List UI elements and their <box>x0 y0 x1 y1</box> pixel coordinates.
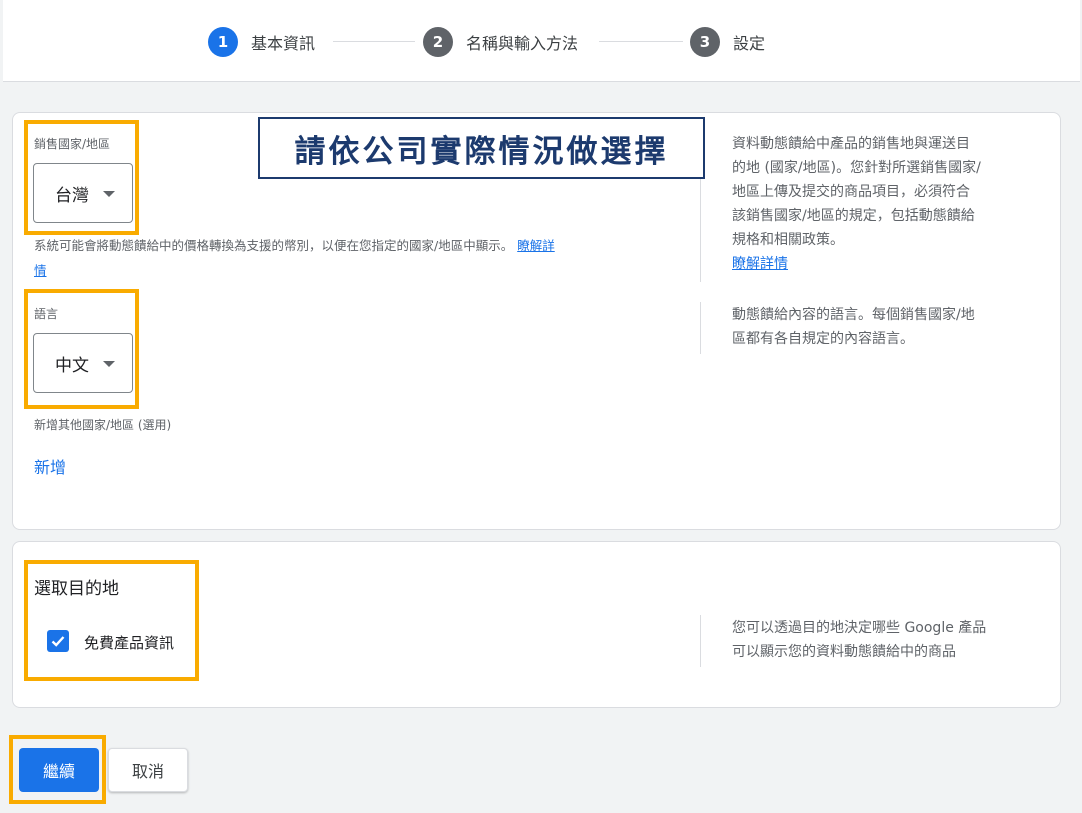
step-number: 3 <box>690 27 720 57</box>
step-number: 2 <box>423 27 453 57</box>
side-line: 該銷售國家/地區的規定，包括動態饋給 <box>732 208 975 224</box>
annotation-callout: 請依公司實際情況做選擇 <box>258 117 705 179</box>
step-number: 1 <box>208 27 238 57</box>
side-line: 的地 (國家/地區)。您針對所選銷售國家/ <box>732 160 981 176</box>
step-label: 基本資訊 <box>251 34 316 53</box>
side-line: 地區上傳及提交的商品項目，必須符合 <box>732 184 970 200</box>
learn-more-link[interactable]: 瞭解詳 <box>517 238 555 253</box>
step-basic-info[interactable]: 1 基本資訊 <box>208 27 315 57</box>
side-line: 規格和相關政策。 <box>732 232 844 248</box>
destinations-side-description: 您可以透過目的地決定哪些 Google 產品 可以顯示您的資料動態饋給中的商品 <box>732 616 986 664</box>
step-connector <box>599 41 683 42</box>
learn-more-link-cont[interactable]: 情 <box>34 263 47 278</box>
step-settings[interactable]: 3 設定 <box>690 27 765 57</box>
side-line: 可以顯示您的資料動態饋給中的商品 <box>732 644 956 660</box>
cancel-button[interactable]: 取消 <box>108 748 188 792</box>
column-divider <box>700 615 701 667</box>
step-connector <box>333 41 415 42</box>
highlight-continue <box>9 735 106 804</box>
step-label: 名稱與輸入方法 <box>466 34 579 53</box>
step-label: 設定 <box>733 34 766 53</box>
side-learn-more-link[interactable]: 瞭解詳情 <box>732 252 981 276</box>
side-line: 動態饋給內容的語言。每個銷售國家/地 <box>732 307 975 323</box>
stepper-header: 1 基本資訊 2 名稱與輸入方法 3 設定 <box>3 0 1080 82</box>
highlight-language <box>24 289 139 409</box>
country-help-text: 系統可能會將動態饋給中的價格轉換為支援的幣別，以便在您指定的國家/地區中顯示。 … <box>34 233 674 283</box>
step-name-input-method[interactable]: 2 名稱與輸入方法 <box>423 27 578 57</box>
additional-country-label: 新增其他國家/地區 (選用) <box>34 418 172 432</box>
country-side-description: 資料動態饋給中產品的銷售地與運送目 的地 (國家/地區)。您針對所選銷售國家/ … <box>732 132 981 276</box>
column-divider <box>700 302 701 354</box>
highlight-country <box>24 120 139 235</box>
language-side-description: 動態饋給內容的語言。每個銷售國家/地 區都有各自規定的內容語言。 <box>732 303 975 351</box>
add-country-link[interactable]: 新增 <box>34 454 66 478</box>
side-line: 資料動態饋給中產品的銷售地與運送目 <box>732 136 970 152</box>
side-line: 區都有各自規定的內容語言。 <box>732 331 914 347</box>
highlight-destinations <box>24 560 199 681</box>
side-line: 您可以透過目的地決定哪些 Google 產品 <box>732 620 987 636</box>
help-text: 系統可能會將動態饋給中的價格轉換為支援的幣別，以便在您指定的國家/地區中顯示。 <box>34 238 514 253</box>
